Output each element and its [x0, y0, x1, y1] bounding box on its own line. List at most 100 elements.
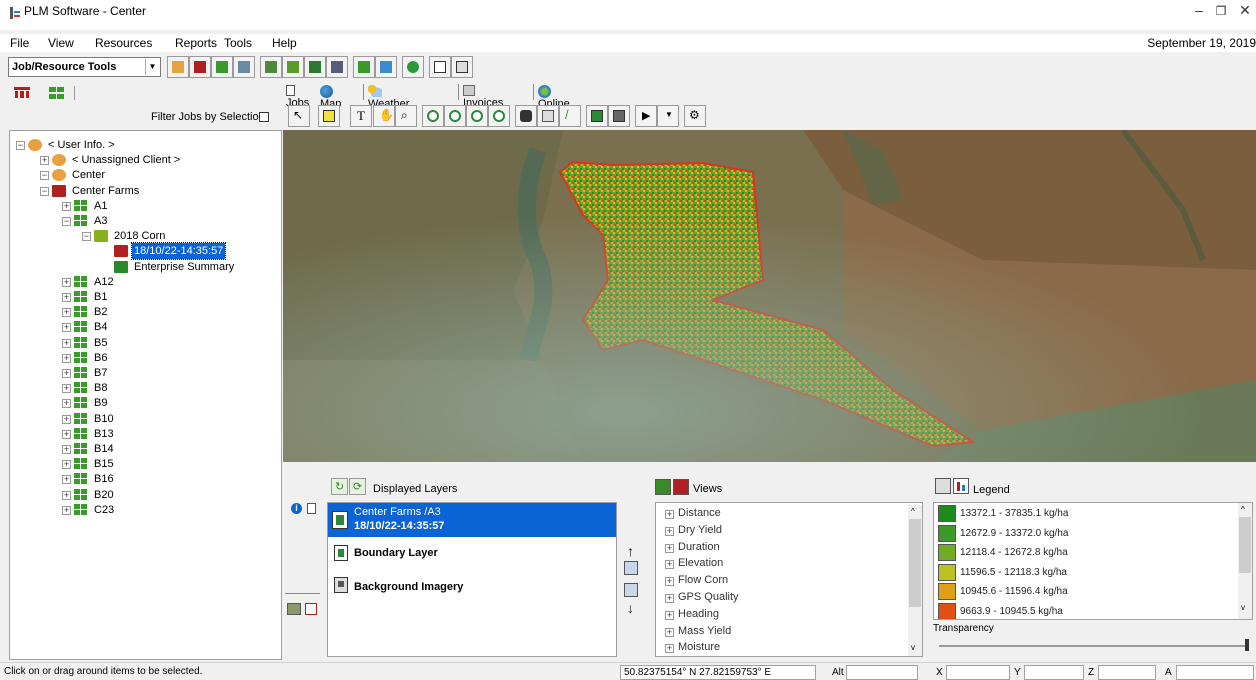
search-tool-button[interactable]	[353, 56, 375, 78]
expand-icon[interactable]: +	[62, 277, 71, 287]
collapse-icon[interactable]: −	[40, 171, 49, 181]
fields-tool-button[interactable]	[211, 56, 233, 78]
menu-reports[interactable]: Reports	[175, 36, 217, 50]
tool-selector[interactable]: Job/Resource Tools ▼	[8, 57, 161, 77]
expand-icon[interactable]: +	[665, 560, 674, 570]
globe-tool-button[interactable]	[402, 56, 424, 78]
expand-icon[interactable]: +	[62, 414, 71, 424]
zoom-selection-icon[interactable]	[488, 105, 510, 127]
coordinates-field: 50.82375154° N 27.82159753° E	[620, 665, 816, 680]
menu-resources[interactable]: Resources	[95, 36, 152, 50]
layer-tool-button[interactable]	[318, 105, 340, 127]
transparency-slider[interactable]	[939, 645, 1249, 647]
settings-icon[interactable]: ⚙	[684, 105, 706, 127]
expand-icon[interactable]: +	[62, 429, 71, 439]
zoom-in-icon[interactable]	[422, 105, 444, 127]
collapse-icon[interactable]: −	[82, 232, 91, 242]
draw-icon[interactable]: /	[559, 105, 581, 127]
expand-icon[interactable]: +	[62, 201, 71, 211]
implements-tool-button[interactable]	[326, 56, 348, 78]
farm-icon[interactable]	[13, 87, 31, 99]
menu-file[interactable]: File	[10, 36, 29, 50]
expand-icon[interactable]: +	[665, 644, 674, 654]
expand-icon[interactable]: +	[62, 475, 71, 485]
layer-style-icon[interactable]	[624, 561, 638, 575]
layer-item[interactable]: Background Imagery	[328, 571, 616, 605]
collapse-icon[interactable]: −	[62, 217, 71, 226]
expand-icon[interactable]: +	[62, 338, 71, 348]
close-button[interactable]: ✕	[1235, 2, 1255, 19]
legend-scrollbar[interactable]: ^ v	[1238, 503, 1252, 619]
expand-icon[interactable]: +	[665, 610, 674, 620]
expand-icon[interactable]: +	[62, 369, 71, 378]
menu-tools[interactable]: Tools	[224, 36, 252, 50]
layer-item-selected[interactable]: Center Farms /A3 18/10/22-14:35:57	[328, 503, 616, 537]
minimize-button[interactable]: –	[1189, 2, 1209, 18]
restore-button[interactable]: ❐	[1211, 4, 1231, 18]
expand-icon[interactable]: +	[62, 490, 71, 500]
image-icon[interactable]	[586, 105, 608, 127]
legend-chart-icon[interactable]	[953, 478, 969, 494]
print-icon[interactable]	[608, 105, 630, 127]
tools-tab-icon[interactable]	[47, 85, 67, 101]
equipment-tool-button[interactable]	[304, 56, 326, 78]
map-view[interactable]	[283, 130, 1256, 462]
menu-view[interactable]: View	[48, 36, 74, 50]
binoculars-icon[interactable]	[515, 105, 537, 127]
farms-tool-button[interactable]	[189, 56, 211, 78]
move-down-icon[interactable]: ↓	[627, 600, 634, 616]
products-tool-button[interactable]	[233, 56, 255, 78]
expand-icon[interactable]: +	[62, 445, 71, 454]
legend-edit-icon[interactable]	[935, 478, 951, 494]
pan-icon[interactable]: ✋	[373, 105, 395, 127]
report-tool-button[interactable]	[451, 56, 473, 78]
filter-jobs-checkbox[interactable]	[259, 112, 269, 122]
legend-item: 10945.6 - 11596.4 kg/ha	[938, 583, 1228, 601]
edit-boundary-icon[interactable]	[537, 105, 559, 127]
collapse-icon[interactable]: −	[40, 186, 49, 196]
tree-node-label: C23	[94, 503, 115, 516]
expand-icon[interactable]: +	[665, 627, 674, 637]
expand-icon[interactable]: +	[40, 156, 49, 166]
expand-icon[interactable]: +	[665, 510, 674, 519]
menu-help[interactable]: Help	[272, 36, 297, 50]
operators-tool-button[interactable]	[260, 56, 282, 78]
clients-tool-button[interactable]	[167, 56, 189, 78]
layer-item[interactable]: Boundary Layer	[328, 537, 616, 571]
info-icon[interactable]: i	[291, 503, 302, 514]
magnifier-icon[interactable]: ⌕	[395, 105, 417, 127]
expand-icon[interactable]: +	[665, 543, 674, 553]
select-tool-button[interactable]: ↖	[288, 105, 310, 127]
expand-icon[interactable]: +	[665, 526, 674, 536]
collapse-icon[interactable]: −	[16, 141, 25, 150]
expand-icon[interactable]: +	[62, 460, 71, 470]
edit-tool-button[interactable]	[375, 56, 397, 78]
properties-icon[interactable]	[307, 503, 316, 514]
transparency-slider-thumb[interactable]	[1245, 639, 1249, 651]
expand-icon[interactable]: +	[665, 577, 674, 587]
zoom-extent-icon[interactable]	[466, 105, 488, 127]
expand-icon[interactable]: +	[62, 293, 71, 302]
play-icon[interactable]: ▶	[635, 105, 657, 127]
map-layers-icon[interactable]	[287, 603, 301, 615]
refresh-layer-button[interactable]: ⟳	[349, 478, 366, 495]
expand-icon[interactable]: +	[665, 594, 674, 603]
playback-options-icon[interactable]: ▼	[657, 105, 679, 127]
expand-icon[interactable]: +	[62, 384, 71, 394]
text-tool-button[interactable]: T	[350, 105, 372, 127]
expand-icon[interactable]: +	[62, 505, 71, 515]
expand-icon[interactable]: +	[62, 399, 71, 409]
document-tool-button[interactable]	[429, 56, 451, 78]
field-icon	[74, 488, 88, 501]
views-scrollbar[interactable]: ^ v	[908, 505, 922, 656]
expand-icon[interactable]: +	[62, 308, 71, 318]
expand-icon[interactable]: +	[62, 323, 71, 333]
zoom-out-icon[interactable]	[444, 105, 466, 127]
add-layer-button[interactable]: ↻	[331, 478, 348, 495]
layer-grid-icon[interactable]	[305, 603, 317, 615]
vehicles-tool-button[interactable]	[282, 56, 304, 78]
tree-node-label: Center Farms	[72, 184, 140, 197]
expand-icon[interactable]: +	[62, 353, 71, 363]
layer-edit-icon[interactable]	[624, 583, 638, 597]
move-up-icon[interactable]: ↑	[627, 543, 634, 559]
